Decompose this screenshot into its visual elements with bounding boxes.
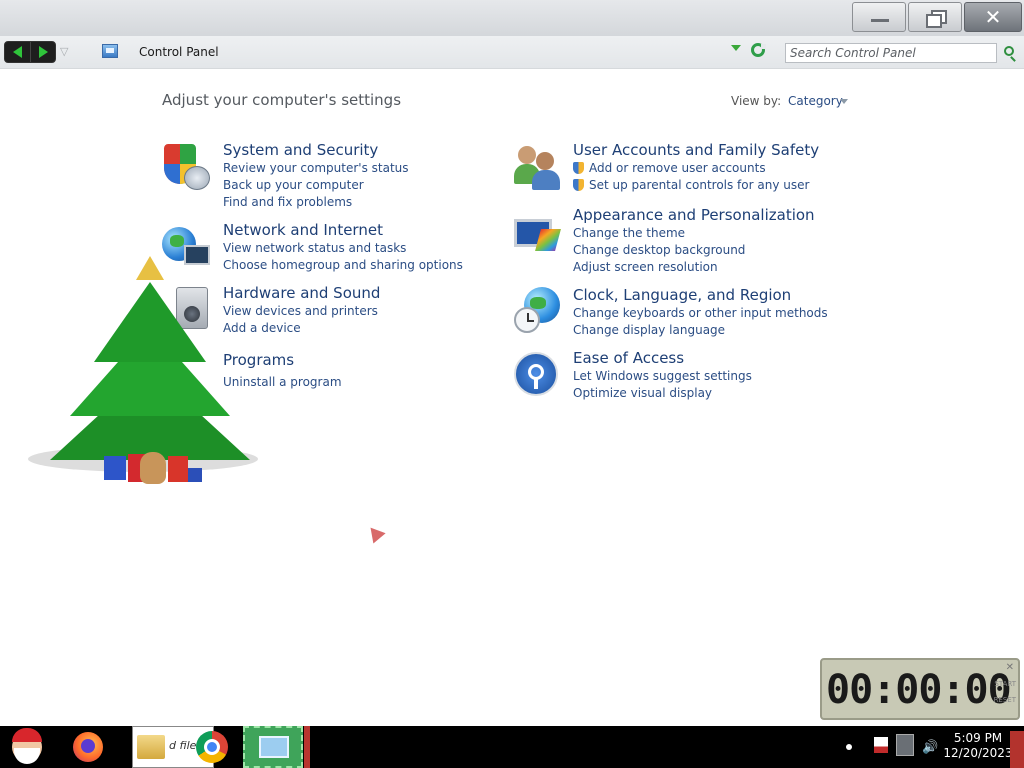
- taskbar-item-partial[interactable]: [304, 726, 310, 768]
- view-by-arrow-icon[interactable]: [840, 99, 848, 104]
- folder-icon: [137, 735, 165, 759]
- back-arrow-icon: [13, 46, 22, 58]
- task-link[interactable]: Change desktop background: [573, 242, 815, 259]
- start-button[interactable]: [6, 726, 46, 768]
- taskbar-chrome[interactable]: [194, 726, 230, 768]
- task-link[interactable]: Change the theme: [573, 225, 815, 242]
- tree-tier-top: [94, 282, 206, 362]
- clock-date: 12/20/2023: [943, 746, 1013, 760]
- gift-icon: [168, 456, 188, 482]
- restore-button[interactable]: [908, 2, 962, 32]
- title-bar: ✕: [0, 0, 1024, 36]
- volume-icon[interactable]: 🔊: [922, 740, 938, 755]
- restore-icon: [926, 14, 942, 28]
- firefox-core: [81, 739, 95, 753]
- category-user-accounts: User Accounts and Family Safety Add or r…: [573, 140, 819, 194]
- uac-shield-icon: [573, 179, 584, 191]
- category-clock-language: Clock, Language, and Region Change keybo…: [573, 285, 828, 339]
- task-link-label: Add or remove user accounts: [589, 161, 766, 175]
- category-system-security: System and Security Review your computer…: [223, 140, 409, 211]
- view-by-label: View by:: [731, 94, 782, 108]
- task-link[interactable]: Optimize visual display: [573, 385, 752, 402]
- taskbar-firefox[interactable]: [70, 726, 106, 768]
- task-link[interactable]: Find and fix problems: [223, 194, 409, 211]
- category-title[interactable]: Network and Internet: [223, 220, 463, 240]
- users-icon[interactable]: [514, 142, 560, 190]
- breadcrumb-control-panel[interactable]: Control Panel: [139, 45, 219, 59]
- taskbar: d files: [0, 726, 1024, 768]
- timer-start-button[interactable]: START: [994, 680, 1016, 688]
- page-title: Adjust your computer's settings: [162, 91, 402, 109]
- santa-hat-icon: [12, 728, 42, 742]
- action-center-flag-icon[interactable]: [874, 737, 888, 753]
- timer-close-icon[interactable]: ✕: [1006, 662, 1014, 673]
- category-title[interactable]: Clock, Language, and Region: [573, 285, 828, 305]
- timer-reset-button[interactable]: RESET: [994, 696, 1016, 704]
- control-panel-taskbar-icon: [259, 736, 289, 758]
- category-title[interactable]: Ease of Access: [573, 348, 752, 368]
- nav-buttons: [4, 41, 56, 63]
- minimize-icon: [871, 19, 889, 22]
- appearance-icon[interactable]: [514, 215, 561, 261]
- santa-beard-icon: [14, 748, 40, 764]
- task-link[interactable]: Review your computer's status: [223, 160, 409, 177]
- task-link-label: Set up parental controls for any user: [589, 178, 810, 192]
- system-clock[interactable]: 5:09 PM 12/20/2023: [943, 731, 1013, 761]
- category-title[interactable]: System and Security: [223, 140, 409, 160]
- window-controls: ✕: [850, 2, 1022, 32]
- task-link[interactable]: Change keyboards or other input methods: [573, 305, 828, 322]
- category-title[interactable]: User Accounts and Family Safety: [573, 140, 819, 160]
- task-link[interactable]: View network status and tasks: [223, 240, 463, 257]
- task-link[interactable]: Let Windows suggest settings: [573, 368, 752, 385]
- forward-arrow-icon: [38, 46, 48, 58]
- close-icon: ✕: [984, 5, 1002, 29]
- tray-dot-icon[interactable]: [846, 744, 852, 750]
- control-panel-icon: [102, 44, 118, 58]
- search-icon[interactable]: [1004, 46, 1014, 56]
- search-input[interactable]: [785, 43, 997, 63]
- recent-pages-dropdown-icon[interactable]: ▽: [60, 45, 68, 58]
- address-dropdown-icon[interactable]: [731, 45, 741, 51]
- network-tray-icon[interactable]: [896, 734, 914, 756]
- category-appearance: Appearance and Personalization Change th…: [573, 205, 815, 276]
- back-button[interactable]: [5, 42, 30, 62]
- task-link[interactable]: Back up your computer: [223, 177, 409, 194]
- clock-time: 5:09 PM: [953, 731, 1003, 745]
- taskbar-control-panel[interactable]: [243, 726, 303, 768]
- star-icon: [136, 256, 164, 280]
- show-desktop-button[interactable]: [1010, 731, 1024, 768]
- clock-globe-icon[interactable]: [514, 287, 560, 333]
- security-shield-icon[interactable]: [162, 142, 210, 190]
- gift-icon: [188, 468, 202, 482]
- refresh-icon[interactable]: [751, 43, 766, 57]
- category-title[interactable]: Appearance and Personalization: [573, 205, 815, 225]
- task-link[interactable]: Change display language: [573, 322, 828, 339]
- close-button[interactable]: ✕: [964, 2, 1022, 32]
- timer-gadget: 00:00:00 ✕ START RESET: [820, 658, 1020, 720]
- task-link[interactable]: Adjust screen resolution: [573, 259, 815, 276]
- category-network-internet: Network and Internet View network status…: [223, 220, 463, 274]
- teddy-bear-icon: [140, 452, 166, 484]
- gift-icon: [104, 456, 126, 480]
- category-ease-of-access: Ease of Access Let Windows suggest setti…: [573, 348, 752, 402]
- ease-of-access-icon[interactable]: [514, 352, 560, 398]
- forward-button[interactable]: [29, 42, 56, 62]
- task-link[interactable]: Choose homegroup and sharing options: [223, 257, 463, 274]
- view-by-dropdown[interactable]: Category: [788, 94, 843, 108]
- minimize-button[interactable]: [852, 2, 906, 32]
- christmas-tree-gadget[interactable]: [28, 256, 258, 496]
- timer-display: 00:00:00: [826, 667, 1012, 713]
- uac-shield-icon: [573, 162, 584, 174]
- task-link[interactable]: Add or remove user accounts: [573, 160, 819, 177]
- chrome-center: [204, 739, 220, 755]
- task-link[interactable]: Set up parental controls for any user: [573, 177, 819, 194]
